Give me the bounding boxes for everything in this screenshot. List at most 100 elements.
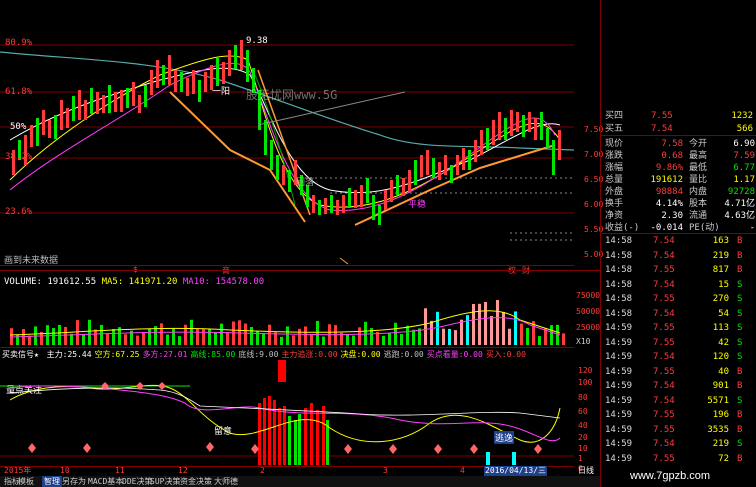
volume-tick: 25000 (576, 323, 601, 332)
tick-side: S (737, 308, 743, 319)
volume-bar (478, 303, 481, 345)
volume-bar (304, 326, 307, 345)
volume-bar (202, 329, 205, 345)
volume-tick: 75000 (576, 291, 601, 300)
tab-6[interactable]: SUP决策 (150, 476, 180, 487)
date-tick: 12 (178, 466, 188, 475)
quote-label: 流通 (689, 211, 708, 221)
tick-volume: 219 (712, 439, 729, 449)
tick-price: 7.54 (653, 395, 675, 406)
quote-row: 换手 4.14% 股本 4.71亿 (601, 198, 756, 210)
period-label[interactable]: 日线 (578, 466, 594, 476)
tick-side: S (737, 294, 743, 304)
tab-2[interactable]: 智理 (42, 476, 62, 487)
date-tick: 2015年 (4, 466, 32, 475)
volume-bar (496, 300, 499, 345)
quote-row: 涨跌 0.68 最高 7.59 (601, 150, 756, 162)
volume-bar (472, 304, 475, 345)
fib-label-61: 61.8% (5, 87, 33, 97)
volume-bar (112, 328, 115, 345)
indicator-tick: 10 (578, 444, 588, 453)
tick-side: B (737, 453, 743, 464)
tick-side: S (737, 352, 743, 362)
tick-row: 14:59 7.55 3535 B (603, 425, 753, 436)
tick-price: 7.55 (653, 294, 675, 304)
tick-volume: 113 (712, 323, 729, 333)
volume-bar (466, 315, 469, 345)
quote-value: 6.90 (733, 139, 755, 149)
watermark-text: 股无忧网www.5G (246, 88, 338, 102)
volume-bar (214, 332, 217, 345)
tick-volume: 196 (712, 410, 729, 420)
quote-label: 涨幅 (605, 163, 624, 173)
volume-bar (502, 311, 505, 345)
volume-bar (76, 320, 79, 345)
tab-4[interactable]: MACD基本 (88, 476, 123, 487)
quote-value: 1.17 (733, 175, 755, 185)
ask-row: 买四 7.55 1232 (601, 110, 756, 122)
event-row-divider (0, 270, 600, 271)
volume-bar (508, 328, 511, 345)
quote-label: 换手 (605, 199, 624, 209)
volume-bar (436, 311, 439, 345)
volume-bar (52, 328, 55, 345)
tick-side: B (737, 424, 743, 435)
tick-row: 14:59 7.54 5571 S (603, 396, 753, 407)
tick-time: 14:59 (605, 439, 633, 449)
tick-price: 7.54 (653, 381, 675, 391)
tick-price: 7.55 (653, 265, 675, 275)
tab-1[interactable]: 模板 (18, 476, 34, 487)
tick-price: 7.55 (653, 410, 675, 420)
tick-row: 14:58 7.55 817 B (603, 265, 753, 276)
quote-label: 最低 (689, 163, 708, 173)
indicator-panel[interactable]: 买卖信号★ 主力:25.44 空方:67.25 多方:27.01 高线:85.00 底线… (0, 348, 574, 467)
tab-7[interactable]: 资金决策 (180, 476, 212, 487)
tick-row: 14:58 7.54 15 S (603, 280, 753, 291)
tick-side: B (737, 410, 743, 420)
tab-3[interactable]: 另存为 (62, 476, 86, 487)
tick-row: 14:58 7.55 270 S (603, 294, 753, 305)
tick-volume: 15 (718, 279, 729, 290)
quote-panel: 买四 7.55 1232 买五 7.54 566 现价 7.58 今开 6.90 涨跌 0.68 最高… (600, 0, 756, 487)
volume-panel[interactable]: VOLUME: 191612.55 MA5: 141971.20 MA10: 1… (0, 275, 574, 348)
ask-volume: 566 (736, 124, 753, 134)
ask-label: 买四 (605, 111, 624, 121)
quote-label: 现价 (605, 139, 624, 149)
volume-bar (406, 325, 409, 345)
volume-bar (208, 328, 211, 345)
kline-canvas[interactable] (0, 0, 574, 265)
tick-price: 7.54 (653, 236, 675, 246)
volume-bar (46, 325, 49, 345)
fib-label-80: 80.9% (5, 38, 33, 48)
tick-side: B (737, 366, 743, 377)
volume-bar (28, 335, 31, 345)
tick-row: 14:59 7.55 196 B (603, 410, 753, 421)
volume-bar (484, 301, 487, 345)
volume-bar (526, 327, 529, 345)
volume-bar (148, 328, 151, 345)
volume-bar (262, 333, 265, 345)
tick-time: 14:59 (605, 410, 633, 420)
kline-panel[interactable]: 80.9% 61.8% 50% 38.2% 23.6% 9.38 一阳 回落 平… (0, 0, 574, 275)
tick-side: S (737, 439, 743, 449)
tick-price: 7.54 (653, 250, 675, 261)
volume-bars (9, 300, 565, 345)
quote-value: 4.71亿 (724, 199, 755, 209)
tick-side: S (737, 279, 743, 290)
volume-bar (64, 326, 67, 345)
indicator-tick: 100 (578, 378, 593, 387)
tick-volume: 163 (712, 236, 729, 246)
tick-time: 14:59 (605, 395, 633, 406)
volume-bar (178, 336, 181, 345)
tab-5[interactable]: DDE决策 (122, 476, 152, 487)
tab-8[interactable]: 大师德 (214, 476, 238, 487)
quote-label: 净资 (605, 211, 624, 221)
future-data-link[interactable]: 画到未来数据 (4, 253, 58, 266)
tick-volume: 54 (718, 308, 729, 319)
volume-bar (142, 332, 145, 345)
tick-volume: 42 (718, 337, 729, 348)
tick-side: S (737, 395, 743, 406)
volume-bar (136, 335, 139, 345)
volume-bar (424, 308, 427, 345)
tick-price: 7.55 (653, 366, 675, 377)
